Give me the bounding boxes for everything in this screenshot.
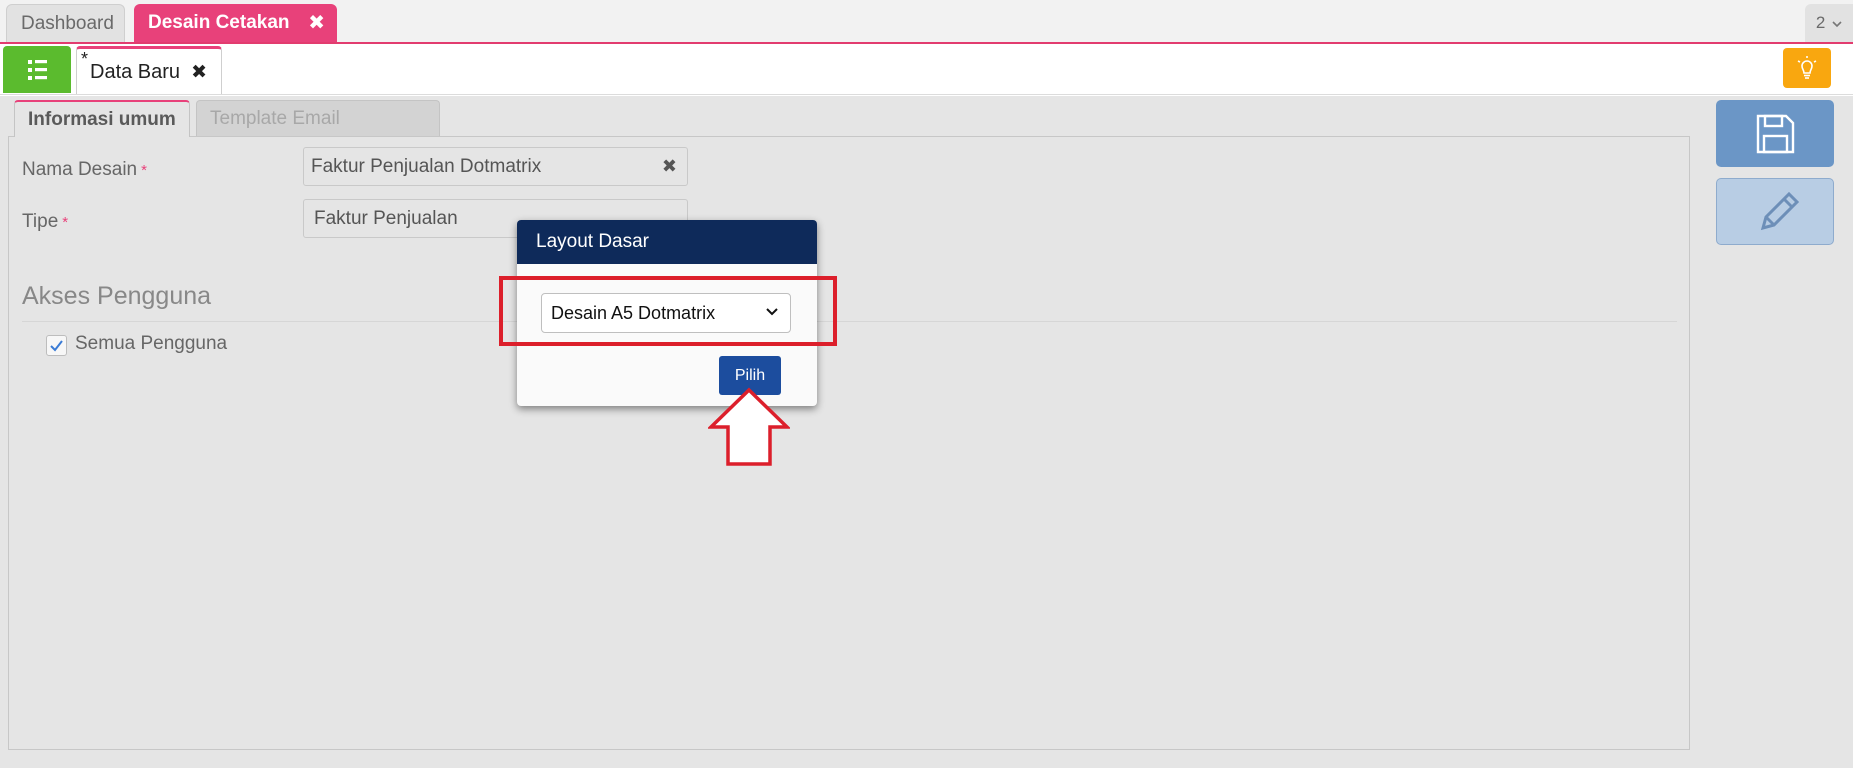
list-icon <box>28 60 47 80</box>
tab-informasi-umum-label: Informasi umum <box>28 109 176 130</box>
nama-desain-label-text: Nama Desain <box>22 159 138 180</box>
save-button[interactable] <box>1716 100 1834 167</box>
content-area: Informasi umum Template Email Transaksi … <box>0 96 1853 768</box>
clear-icon[interactable]: ✖ <box>662 148 677 185</box>
highlight-annotation <box>499 276 837 346</box>
tab-informasi-umum[interactable]: Informasi umum <box>14 100 190 137</box>
tab-data-baru-label: Data Baru <box>90 61 181 83</box>
close-icon[interactable]: ✖ <box>191 61 207 84</box>
save-icon <box>1756 114 1795 154</box>
menu-button[interactable] <box>3 46 71 93</box>
edit-button[interactable] <box>1716 178 1834 245</box>
nama-desain-label: Nama Desain * <box>22 159 147 181</box>
section-title: Akses Pengguna <box>22 282 212 310</box>
required-marker: * <box>141 162 147 179</box>
checkmark-icon <box>50 340 63 352</box>
tips-button[interactable] <box>1783 48 1831 88</box>
lightbulb-icon <box>1797 56 1817 79</box>
semua-pengguna-checkbox[interactable] <box>46 335 67 356</box>
page-count-dropdown[interactable]: 2 <box>1805 4 1853 42</box>
chevron-down-icon <box>1832 20 1842 27</box>
pencil-icon <box>1760 191 1800 231</box>
close-icon[interactable]: ✖ <box>308 4 325 42</box>
semua-pengguna-label: Semua Pengguna <box>75 333 228 354</box>
tab-dashboard-label: Dashboard <box>21 13 114 34</box>
tipe-label: Tipe * <box>22 211 68 233</box>
section-divider <box>22 321 1677 322</box>
arrow-up-icon <box>708 387 790 466</box>
required-marker: * <box>62 214 69 231</box>
tab-dashboard[interactable]: Dashboard <box>6 4 125 42</box>
tipe-label-text: Tipe <box>22 211 59 232</box>
form-panel: Nama Desain * Faktur Penjualan Dotmatrix … <box>8 136 1690 750</box>
tab-template-email[interactable]: Template Email Transaksi <box>196 100 440 164</box>
nama-desain-input[interactable]: Faktur Penjualan Dotmatrix ✖ <box>303 147 688 186</box>
nama-desain-value: Faktur Penjualan Dotmatrix <box>311 156 542 177</box>
dialog-title: Layout Dasar <box>517 220 817 264</box>
tipe-value: Faktur Penjualan <box>314 208 458 229</box>
document-tab-bar: * Data Baru ✖ <box>0 44 1853 95</box>
tab-desain-cetakan-label: Desain Cetakan <box>148 12 290 33</box>
tab-desain-cetakan[interactable]: Desain Cetakan ✖ <box>134 4 337 42</box>
top-tab-bar: Dashboard Desain Cetakan ✖ 2 <box>0 0 1853 44</box>
unsaved-marker: * <box>81 49 89 69</box>
tab-data-baru[interactable]: * Data Baru ✖ <box>76 46 222 94</box>
page-count-value: 2 <box>1815 13 1826 32</box>
